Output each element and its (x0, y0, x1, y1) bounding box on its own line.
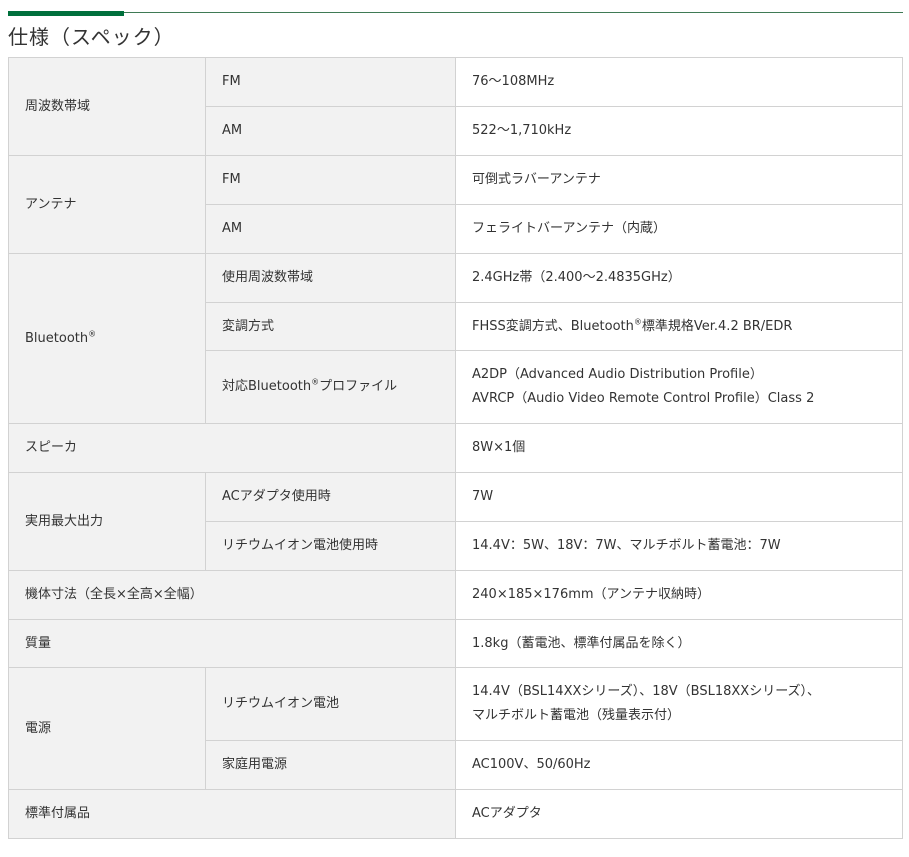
modulation-text-b: 標準規格Ver.4.2 BR/EDR (641, 318, 793, 334)
modulation-text-a: FHSS変調方式、Bluetooth (472, 318, 634, 334)
sub-frequency-band: 使用周波数帯域 (205, 253, 456, 303)
sub-fm: FM (205, 155, 456, 205)
power-battery-line-2: マルチボルト蓄電池（残量表示付） (472, 708, 681, 723)
value-antenna-fm: 可倒式ラバーアンテナ (455, 155, 903, 205)
table-row: 実用最大出力 ACアダプタ使用時 7W (8, 472, 903, 571)
registered-mark: ® (311, 377, 320, 387)
profile-label-b: プロファイル (319, 379, 398, 394)
table-row: 質量 1.8kg（蓄電池、標準付属品を除く） (8, 619, 903, 668)
sub-modulation: 変調方式 (205, 302, 456, 351)
sub-fm: FM (205, 57, 456, 107)
category-frequency-band: 周波数帯域 (8, 57, 206, 156)
value-power-battery: 14.4V（BSL14XXシリーズ）、18V（BSL18XXシリーズ）、 マルチ… (455, 667, 903, 741)
profile-label-a: 対応Bluetooth (222, 379, 312, 394)
value-antenna-am: フェライトバーアンテナ（内蔵） (455, 204, 903, 254)
category-speaker: スピーカ (8, 423, 456, 473)
section-divider-accent (8, 11, 124, 16)
sub-profile: 対応Bluetooth®プロファイル (205, 350, 456, 424)
table-row: スピーカ 8W×1個 (8, 423, 903, 473)
section-divider-line (8, 12, 903, 13)
value-frequency-am: 522～1,710kHz (455, 106, 903, 156)
category-power: 電源 (8, 667, 206, 790)
value-battery-output: 14.4V：5W、18V：7W、マルチボルト蓄電池：7W (455, 521, 903, 571)
category-antenna: アンテナ (8, 155, 206, 254)
registered-mark: ® (633, 317, 642, 327)
registered-mark: ® (88, 329, 97, 339)
spec-table: 周波数帯域 FM 76～108MHz AM 522～1,710kHz アンテナ … (8, 57, 903, 839)
category-accessories: 標準付属品 (8, 789, 456, 839)
value-modulation: FHSS変調方式、Bluetooth®標準規格Ver.4.2 BR/EDR (455, 302, 903, 351)
value-dimensions: 240×185×176mm（アンテナ収納時） (455, 570, 903, 620)
table-row: アンテナ FM 可倒式ラバーアンテナ (8, 155, 903, 254)
sub-battery: リチウムイオン電池使用時 (205, 521, 456, 571)
page-title: 仕様（スペック） (8, 25, 175, 49)
table-row: 標準付属品 ACアダプタ (8, 789, 903, 839)
table-row: Bluetooth® 使用周波数帯域 2.4GHz帯（2.400～2.4835G… (8, 253, 903, 424)
profile-avrcp: AVRCP（Audio Video Remote Control Profile… (472, 391, 815, 406)
bluetooth-label: Bluetooth (25, 330, 89, 346)
value-speaker: 8W×1個 (455, 423, 903, 473)
table-row: 電源 リチウムイオン電池 14.4V（BSL14XXシリーズ）、18V（BSL1… (8, 667, 903, 790)
sub-household-power: 家庭用電源 (205, 740, 456, 790)
table-row: 周波数帯域 FM 76～108MHz (8, 57, 903, 156)
value-frequency-fm: 76～108MHz (455, 57, 903, 107)
category-bluetooth: Bluetooth® (8, 253, 206, 424)
sub-am: AM (205, 204, 456, 254)
category-dimensions: 機体寸法（全長×全高×全幅） (8, 570, 456, 620)
value-bluetooth-band: 2.4GHz帯（2.400～2.4835GHz） (455, 253, 903, 303)
profile-a2dp: A2DP（Advanced Audio Distribution Profile… (472, 367, 763, 382)
table-row: 機体寸法（全長×全高×全幅） 240×185×176mm（アンテナ収納時） (8, 570, 903, 620)
sub-am: AM (205, 106, 456, 156)
value-profile: A2DP（Advanced Audio Distribution Profile… (455, 350, 903, 424)
value-household-power: AC100V、50/60Hz (455, 740, 903, 790)
value-ac-output: 7W (455, 472, 903, 522)
category-weight: 質量 (8, 619, 456, 668)
sub-ac-adapter: ACアダプタ使用時 (205, 472, 456, 522)
category-max-output: 実用最大出力 (8, 472, 206, 571)
value-weight: 1.8kg（蓄電池、標準付属品を除く） (455, 619, 903, 668)
sub-lithium-battery: リチウムイオン電池 (205, 667, 456, 741)
value-accessories: ACアダプタ (455, 789, 903, 839)
power-battery-line-1: 14.4V（BSL14XXシリーズ）、18V（BSL18XXシリーズ）、 (472, 684, 821, 699)
